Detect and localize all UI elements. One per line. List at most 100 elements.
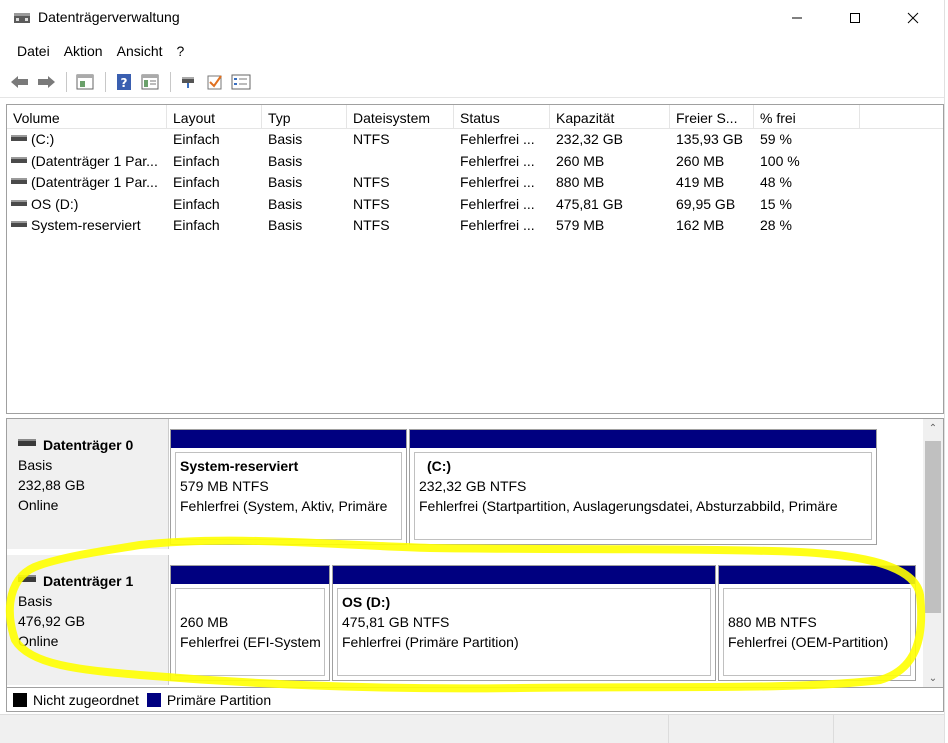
volume-icon [11,178,27,185]
partition-status: Fehlerfrei (System, Aktiv, Primäre [180,498,388,514]
table-row[interactable]: (Datenträger 1 Par... Einfach Basis Fehlerf… [7,151,943,173]
disk-icon [18,438,36,446]
cell-layout: Einfach [173,217,220,233]
column-header-prozent-frei[interactable]: % frei [754,105,860,129]
partition-title: (C:) [427,458,452,474]
cell-layout: Einfach [173,195,220,212]
status-bar [0,714,948,743]
cell-prozent-frei: 59 % [760,131,792,147]
connect-icon [182,76,194,88]
back-button[interactable] [8,70,32,94]
forward-icon [38,75,55,88]
cell-volume: (Datenträger 1 Par... [7,172,167,194]
volume-icon [11,156,27,163]
partition-bar [410,430,876,448]
minimize-icon [792,17,802,19]
cell-freier-speicher: 419 MB [676,174,725,190]
partition-efi[interactable]: 260 MB Fehlerfrei (EFI-System [170,565,330,681]
scroll-down-icon[interactable]: ⌄ [923,669,943,687]
cell-status: Fehlerfrei ... [460,152,535,169]
cell-kapazitaet: 880 MB [556,174,605,190]
cell-layout: Einfach [173,152,220,169]
volume-name: (C:) [31,131,55,147]
minimize-button[interactable] [768,0,826,36]
cell-layout: Einfach [173,174,220,190]
cell-dateisystem: NTFS [353,195,390,212]
scrollbar-thumb[interactable] [925,441,941,613]
close-button[interactable] [884,0,942,36]
maximize-button[interactable] [826,0,884,36]
partition-status: Fehlerfrei (Startpartition, Auslagerungs… [419,498,838,514]
cell-typ: Basis [268,131,303,147]
menu-aktion[interactable]: Aktion [57,40,110,64]
cell-volume: OS (D:) [7,194,167,216]
toolbar-separator [105,71,106,92]
disk-type: Basis [18,457,53,473]
partition-bar [719,566,915,584]
vertical-scrollbar[interactable]: ⌃ ⌄ [923,419,943,687]
check-button[interactable] [203,70,227,94]
cell-prozent-frei: 100 % [760,152,800,169]
column-header-typ[interactable]: Typ [262,105,347,129]
disk-0-label[interactable]: Datenträger 0 Basis 232,88 GB Online [7,419,169,549]
legend-swatch-unallocated [13,692,27,707]
menu-help[interactable]: ? [170,40,192,64]
menu-ansicht[interactable]: Ansicht [110,40,170,64]
partition-bar [171,566,329,584]
partition-os-d[interactable]: OS (D:) 475,81 GB NTFS Fehlerfrei (Primä… [332,565,716,681]
legend-swatch-primary [146,692,161,707]
column-header-dateisystem[interactable]: Dateisystem [347,105,454,129]
table-row[interactable]: (C:) Einfach Basis NTFS Fehlerfrei ... 232,32… [7,129,943,151]
volume-list-header: Volume Layout Typ Dateisystem Status Kap… [7,105,943,129]
disk-name: Datenträger 1 [43,573,134,589]
cell-dateisystem: NTFS [353,131,390,147]
volume-list[interactable]: Volume Layout Typ Dateisystem Status Kap… [6,104,944,414]
table-row[interactable]: OS (D:) Einfach Basis NTFS Fehlerfrei ... 475… [7,194,943,216]
connect-button[interactable] [177,70,201,94]
cell-status: Fehlerfrei ... [460,131,535,147]
help-icon: ? [117,73,131,90]
disk-1-label[interactable]: Datenträger 1 Basis 476,92 GB Online [7,555,169,685]
cell-dateisystem: NTFS [353,174,390,190]
partition-title: System-reserviert [180,458,299,474]
list-button[interactable] [229,70,253,94]
partition-status: Fehlerfrei (EFI-System [180,634,321,650]
volume-name: (Datenträger 1 Par... [31,174,158,190]
table-row[interactable]: (Datenträger 1 Par... Einfach Basis NTFS Feh… [7,172,943,194]
cell-prozent-frei: 15 % [760,195,792,212]
disk-1-row: Datenträger 1 Basis 476,92 GB Online 260… [7,555,923,685]
forward-button[interactable] [34,70,58,94]
partition-status: Fehlerfrei (OEM-Partition) [728,634,889,650]
help-button[interactable]: ? [112,70,136,94]
cell-typ: Basis [268,195,303,212]
partition-oem[interactable]: 880 MB NTFS Fehlerfrei (OEM-Partition) [718,565,916,681]
partition-bar [333,566,715,584]
list-icon [231,74,251,89]
column-header-volume[interactable]: Volume [7,105,167,129]
menu-datei[interactable]: Datei [10,40,57,64]
disk-icon [18,574,36,582]
column-header-layout[interactable]: Layout [167,105,262,129]
column-header-freier-speicher[interactable]: Freier S... [670,105,754,129]
partition-size: 475,81 GB NTFS [342,614,450,630]
scroll-up-icon[interactable]: ⌃ [923,419,943,437]
back-icon [11,75,28,88]
console-tree-button[interactable] [138,70,162,94]
column-header-status[interactable]: Status [454,105,550,129]
disk-type: Basis [18,593,53,609]
disk-state: Online [18,633,59,649]
table-row[interactable]: System-reserviert Einfach Basis NTFS Fehlerf… [7,215,943,237]
toolbar-separator [170,71,171,92]
partition-size: 880 MB NTFS [728,614,817,630]
partition-c[interactable]: (C:) 232,32 GB NTFS Fehlerfrei (Startpar… [409,429,877,545]
cell-status: Fehlerfrei ... [460,174,535,190]
partition-system-reserviert[interactable]: System-reserviert 579 MB NTFS Fehlerfrei… [170,429,407,545]
title-bar: Datenträgerverwaltung [0,0,948,36]
disk-size: 476,92 GB [18,613,85,629]
cell-freier-speicher: 260 MB [676,152,725,169]
column-header-kapazitaet[interactable]: Kapazität [550,105,670,129]
window-right-edge [944,0,948,743]
cell-kapazitaet: 579 MB [556,217,605,233]
cell-dateisystem [347,151,454,173]
properties-button[interactable] [73,70,97,94]
